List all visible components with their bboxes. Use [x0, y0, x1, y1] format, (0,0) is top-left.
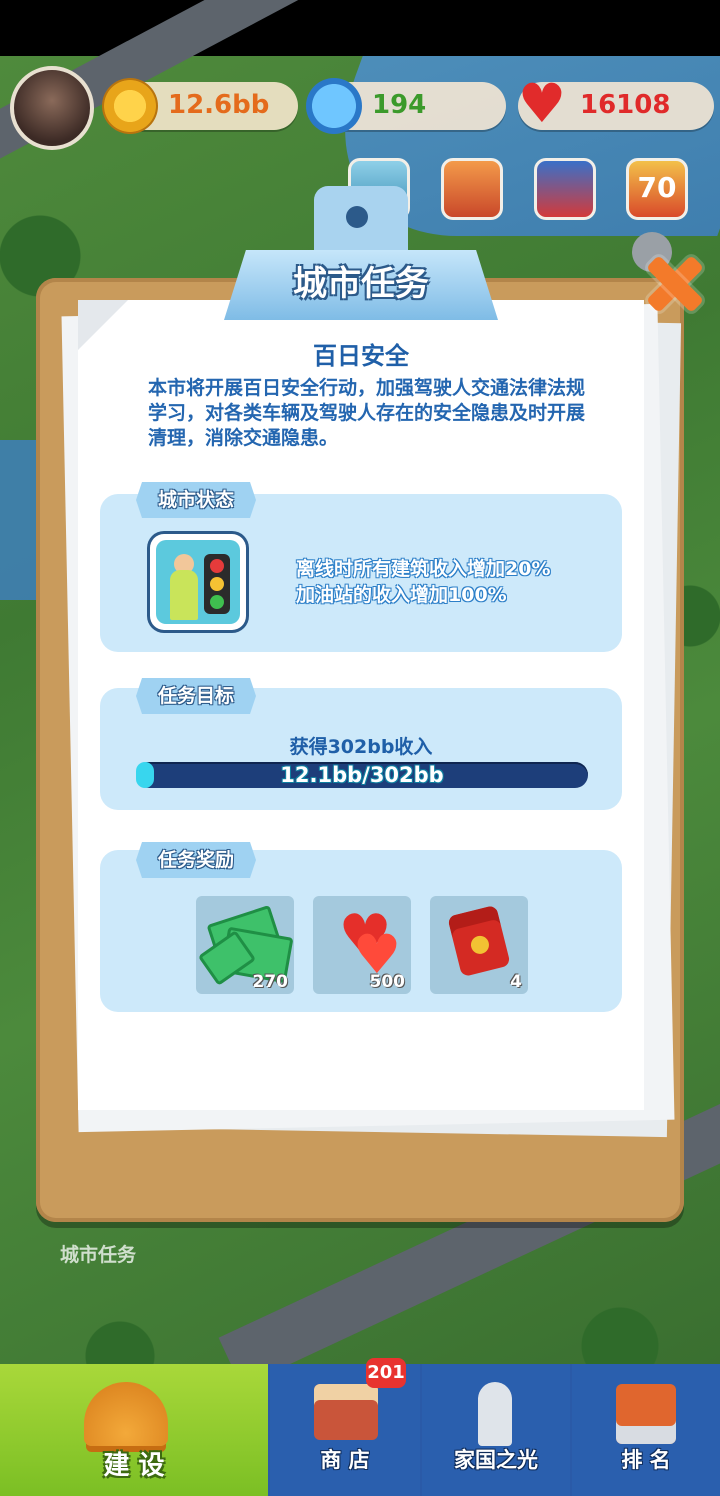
hearts-value: 16108	[580, 90, 671, 120]
nav-glory-label: 家国之光	[454, 1448, 538, 1472]
stars-counter[interactable]: 194	[306, 78, 506, 134]
reward-item-cash[interactable]: 270	[196, 896, 294, 994]
status-effect-1: 离线时所有建筑收入增加20%	[296, 558, 551, 580]
star-icon	[306, 78, 362, 134]
traffic-police-icon	[150, 534, 246, 630]
nav-rank-label: 排 名	[621, 1448, 671, 1472]
rocket-icon	[478, 1382, 512, 1446]
coins-counter[interactable]: 12.6bb	[102, 78, 298, 134]
coin-icon	[102, 78, 158, 134]
handshake-event-button[interactable]	[441, 158, 503, 220]
reward-quantity: 270	[252, 972, 289, 992]
stars-value: 194	[372, 90, 427, 120]
anniversary-event-button[interactable]: 70	[626, 158, 688, 220]
reward-item-hearts[interactable]: ♥ ♥ 500	[313, 896, 411, 994]
coins-value: 12.6bb	[168, 90, 270, 120]
hearts-counter[interactable]: ♥ 16108	[518, 77, 714, 131]
reward-quantity: 4	[510, 972, 522, 992]
ranking-building-icon	[616, 1384, 676, 1444]
player-avatar[interactable]	[10, 66, 94, 150]
task-goal-label: 任务目标	[136, 678, 256, 714]
goal-text: 获得302bb收入	[289, 736, 433, 758]
background-task-label: 城市任务	[60, 1244, 137, 1266]
status-effect-2: 加油站的收入增加100%	[296, 584, 507, 606]
shop-notification-badge: 201	[366, 1358, 406, 1388]
anniversary-badge-text: 70	[637, 171, 677, 204]
nav-glory[interactable]: 家国之光	[422, 1364, 570, 1496]
hard-hat-icon	[84, 1382, 168, 1446]
city-status-label: 城市状态	[136, 482, 256, 518]
status-effects: 离线时所有建筑收入增加20% 加油站的收入增加100%	[296, 556, 550, 608]
goal-progress-text: 12.1bb/302bb	[280, 763, 444, 787]
clip-hole	[346, 206, 368, 228]
task-description: 本市将开展百日安全行动，加强驾驶人交通法律法规学习，对各类车辆及驾驶人存在的安全…	[148, 377, 586, 449]
task-reward-label: 任务奖励	[136, 842, 256, 878]
nav-build[interactable]: 建 设	[0, 1364, 268, 1496]
shop-icon	[314, 1384, 378, 1440]
red-envelope-icon	[447, 904, 511, 978]
panel-title: 城市任务	[293, 264, 429, 304]
reward-quantity: 500	[369, 972, 406, 992]
reward-item-red-envelope[interactable]: 4	[430, 896, 528, 994]
heart-icon: ♥	[517, 72, 567, 135]
task-name: 百日安全	[313, 342, 409, 370]
close-button[interactable]	[642, 252, 706, 316]
rocket-event-button[interactable]	[534, 158, 596, 220]
nav-rank[interactable]: 排 名	[572, 1364, 720, 1496]
nav-build-label: 建 设	[103, 1451, 165, 1481]
nav-shop-label: 商 店	[320, 1448, 370, 1472]
status-bar	[0, 0, 720, 56]
